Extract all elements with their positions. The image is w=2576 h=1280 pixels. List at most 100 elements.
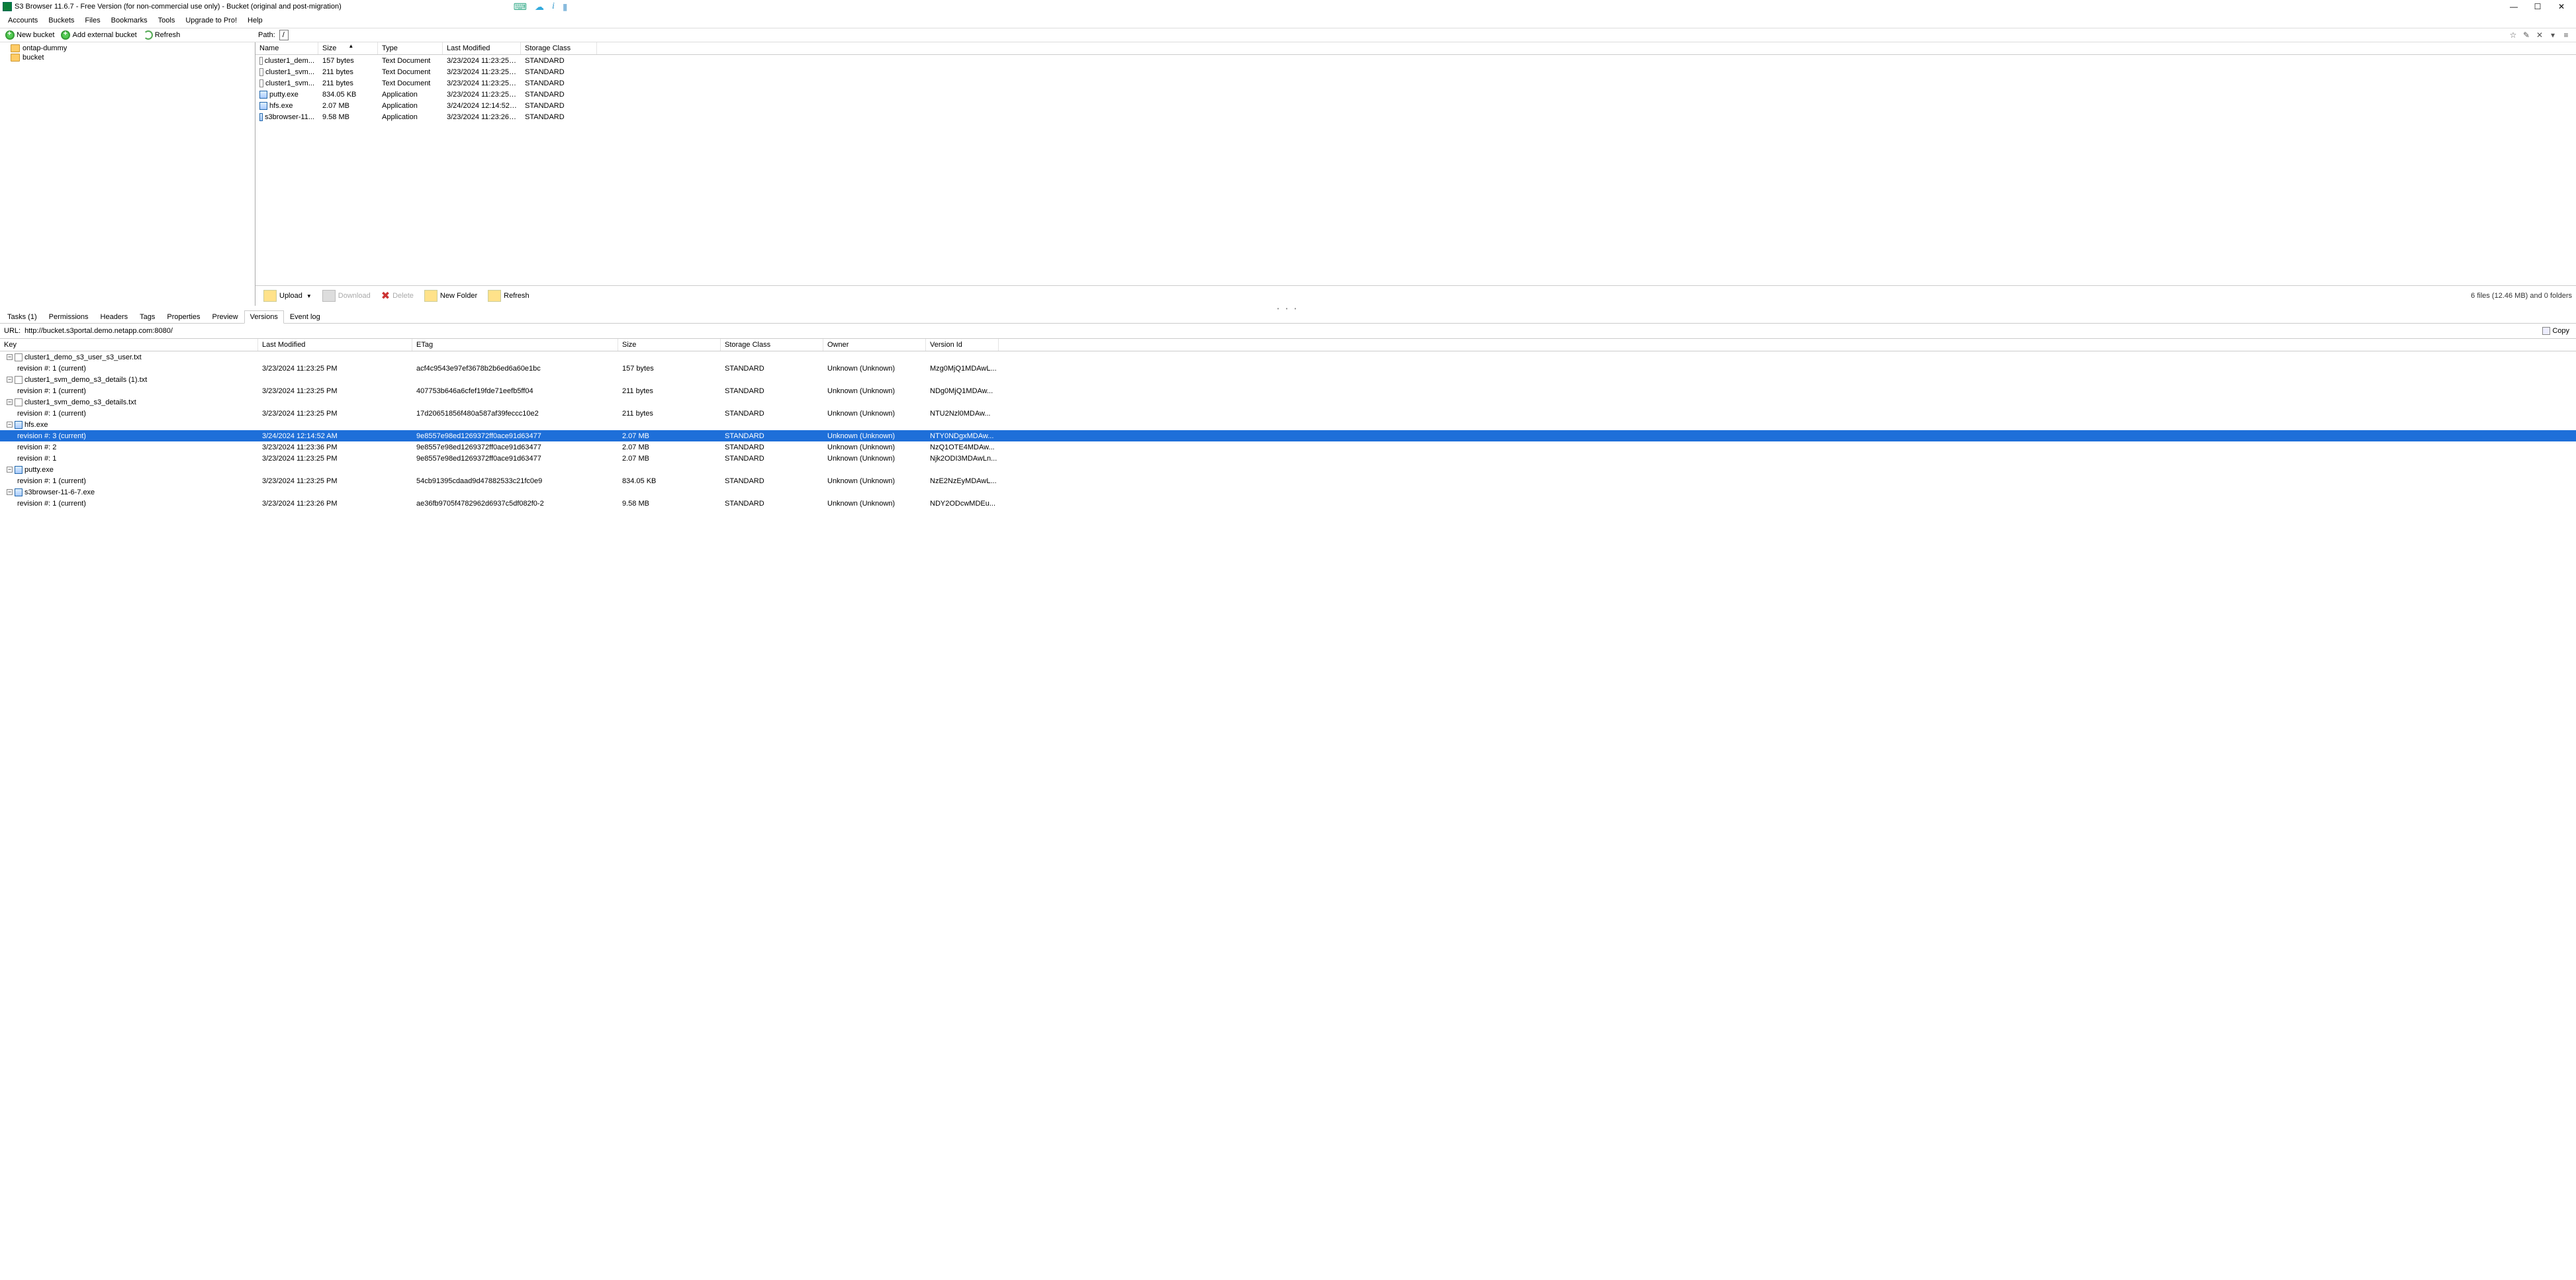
delete-button[interactable]: ✖Delete: [377, 288, 418, 304]
columns-icon[interactable]: ≡: [2561, 30, 2571, 40]
file-row[interactable]: cluster1_svm...211 bytesText Document3/2…: [255, 77, 2576, 89]
bucket-tree[interactable]: ontap-dummybucket: [0, 42, 255, 306]
tab-versions[interactable]: Versions: [244, 310, 284, 324]
col-name[interactable]: Name: [255, 42, 318, 54]
version-revision-row[interactable]: revision #: 23/23/2024 11:23:36 PM9e8557…: [0, 441, 2576, 453]
version-storageclass: STANDARD: [721, 455, 823, 463]
minimize-button[interactable]: —: [2502, 0, 2526, 13]
versions-list[interactable]: −cluster1_demo_s3_user_s3_user.txtrevisi…: [0, 351, 2576, 509]
add-icon: [61, 30, 70, 40]
vcol-key[interactable]: Key: [0, 339, 258, 351]
path-input[interactable]: /: [279, 30, 289, 40]
menu-upgrade[interactable]: Upgrade to Pro!: [180, 15, 242, 26]
favorite-icon[interactable]: ☆: [2508, 30, 2518, 40]
file-icon: [259, 91, 267, 99]
file-row[interactable]: putty.exe834.05 KBApplication3/23/2024 1…: [255, 89, 2576, 100]
vcol-lastmodified[interactable]: Last Modified: [258, 339, 412, 351]
refresh-files-button[interactable]: Refresh: [484, 289, 533, 303]
tab-permissions[interactable]: Permissions: [43, 310, 95, 324]
file-name: cluster1_dem...: [265, 57, 314, 65]
vcol-size[interactable]: Size: [618, 339, 721, 351]
file-icon: [15, 398, 23, 406]
version-file-row[interactable]: −putty.exe: [0, 464, 2576, 475]
collapse-icon[interactable]: −: [7, 422, 13, 428]
url-value[interactable]: http://bucket.s3portal.demo.netapp.com:8…: [24, 327, 2536, 335]
version-key: cluster1_svm_demo_s3_details.txt: [24, 398, 136, 406]
version-key: hfs.exe: [24, 421, 48, 429]
version-revision-row[interactable]: revision #: 1 (current)3/23/2024 11:23:2…: [0, 363, 2576, 374]
tab-tags[interactable]: Tags: [134, 310, 161, 324]
version-revision-row[interactable]: revision #: 1 (current)3/23/2024 11:23:2…: [0, 408, 2576, 419]
edit-icon[interactable]: ✎: [2522, 30, 2531, 40]
col-lastmodified[interactable]: Last Modified: [443, 42, 521, 54]
newfolder-button[interactable]: New Folder: [420, 289, 481, 303]
add-external-bucket-button[interactable]: Add external bucket: [58, 30, 139, 40]
menu-bookmarks[interactable]: Bookmarks: [106, 15, 153, 26]
version-revision-row[interactable]: revision #: 1 (current)3/23/2024 11:23:2…: [0, 475, 2576, 486]
keyboard-icon[interactable]: ⌨: [514, 1, 527, 13]
tab-tasks-1-[interactable]: Tasks (1): [1, 310, 43, 324]
bar-icon[interactable]: ▮: [563, 1, 568, 13]
menu-accounts[interactable]: Accounts: [3, 15, 43, 26]
collapse-icon[interactable]: −: [7, 354, 13, 360]
cloud-icon[interactable]: ☁: [535, 1, 544, 13]
vcol-owner[interactable]: Owner: [823, 339, 926, 351]
close-button[interactable]: ✕: [2550, 0, 2573, 13]
menu-help[interactable]: Help: [242, 15, 268, 26]
file-row[interactable]: cluster1_dem...157 bytesText Document3/2…: [255, 55, 2576, 66]
info-icon[interactable]: i: [552, 1, 555, 12]
version-revision-row[interactable]: revision #: 13/23/2024 11:23:25 PM9e8557…: [0, 453, 2576, 464]
tab-preview[interactable]: Preview: [207, 310, 244, 324]
new-bucket-label: New bucket: [17, 31, 54, 39]
version-size: 834.05 KB: [618, 477, 721, 485]
tab-properties[interactable]: Properties: [161, 310, 206, 324]
delete-path-icon[interactable]: ✕: [2535, 30, 2544, 40]
menu-buckets[interactable]: Buckets: [43, 15, 79, 26]
upload-button[interactable]: Upload▼: [259, 289, 316, 303]
menu-tools[interactable]: Tools: [153, 15, 181, 26]
file-storageclass: STANDARD: [521, 91, 597, 99]
url-label: URL:: [4, 327, 21, 335]
status-text: 6 files (12.46 MB) and 0 folders: [2471, 292, 2572, 300]
col-storageclass[interactable]: Storage Class: [521, 42, 597, 54]
version-revision-row[interactable]: revision #: 1 (current)3/23/2024 11:23:2…: [0, 498, 2576, 509]
bucket-tree-item[interactable]: ontap-dummy: [3, 44, 252, 53]
version-file-row[interactable]: − hfs.exe: [0, 419, 2576, 430]
collapse-icon[interactable]: −: [7, 489, 13, 495]
bucket-tree-item[interactable]: bucket: [3, 53, 252, 62]
version-file-row[interactable]: −cluster1_demo_s3_user_s3_user.txt: [0, 351, 2576, 363]
new-bucket-button[interactable]: New bucket: [3, 30, 57, 40]
file-storageclass: STANDARD: [521, 79, 597, 87]
maximize-button[interactable]: ☐: [2526, 0, 2550, 13]
menu-files[interactable]: Files: [79, 15, 105, 26]
collapse-icon[interactable]: −: [7, 377, 13, 383]
collapse-icon[interactable]: −: [7, 399, 13, 405]
file-toolbar: Upload▼ Download ✖Delete New Folder Refr…: [255, 285, 2576, 306]
version-file-row[interactable]: −s3browser-11-6-7.exe: [0, 486, 2576, 498]
file-lastmodified: 3/23/2024 11:23:25 PM: [443, 57, 521, 65]
version-revision-row[interactable]: revision #: 3 (current)3/24/2024 12:14:5…: [0, 430, 2576, 441]
vcol-versionid[interactable]: Version Id: [926, 339, 999, 351]
version-revision-row[interactable]: revision #: 1 (current)3/23/2024 11:23:2…: [0, 385, 2576, 396]
file-row[interactable]: hfs.exe2.07 MBApplication3/24/2024 12:14…: [255, 100, 2576, 111]
title-ad-icons: ⌨ ☁ i ▮: [514, 1, 568, 13]
col-size[interactable]: Size▲: [318, 42, 378, 54]
col-type[interactable]: Type: [378, 42, 443, 54]
filter-icon[interactable]: ▾: [2548, 30, 2557, 40]
file-list[interactable]: cluster1_dem...157 bytesText Document3/2…: [255, 55, 2576, 285]
version-file-row[interactable]: − cluster1_svm_demo_s3_details.txt: [0, 396, 2576, 408]
file-row[interactable]: s3browser-11...9.58 MBApplication3/23/20…: [255, 111, 2576, 122]
tab-headers[interactable]: Headers: [95, 310, 134, 324]
download-button[interactable]: Download: [318, 289, 375, 303]
file-row[interactable]: cluster1_svm...211 bytesText Document3/2…: [255, 66, 2576, 77]
vcol-etag[interactable]: ETag: [412, 339, 618, 351]
tab-event-log[interactable]: Event log: [284, 310, 326, 324]
version-storageclass: STANDARD: [721, 365, 823, 373]
version-file-row[interactable]: −cluster1_svm_demo_s3_details (1).txt: [0, 374, 2576, 385]
vcol-storageclass[interactable]: Storage Class: [721, 339, 823, 351]
collapse-icon[interactable]: −: [7, 467, 13, 473]
refresh-buckets-button[interactable]: Refresh: [141, 30, 183, 40]
copy-button[interactable]: Copy: [2540, 326, 2572, 336]
dropdown-icon: ▼: [306, 293, 312, 299]
version-owner: Unknown (Unknown): [823, 365, 926, 373]
